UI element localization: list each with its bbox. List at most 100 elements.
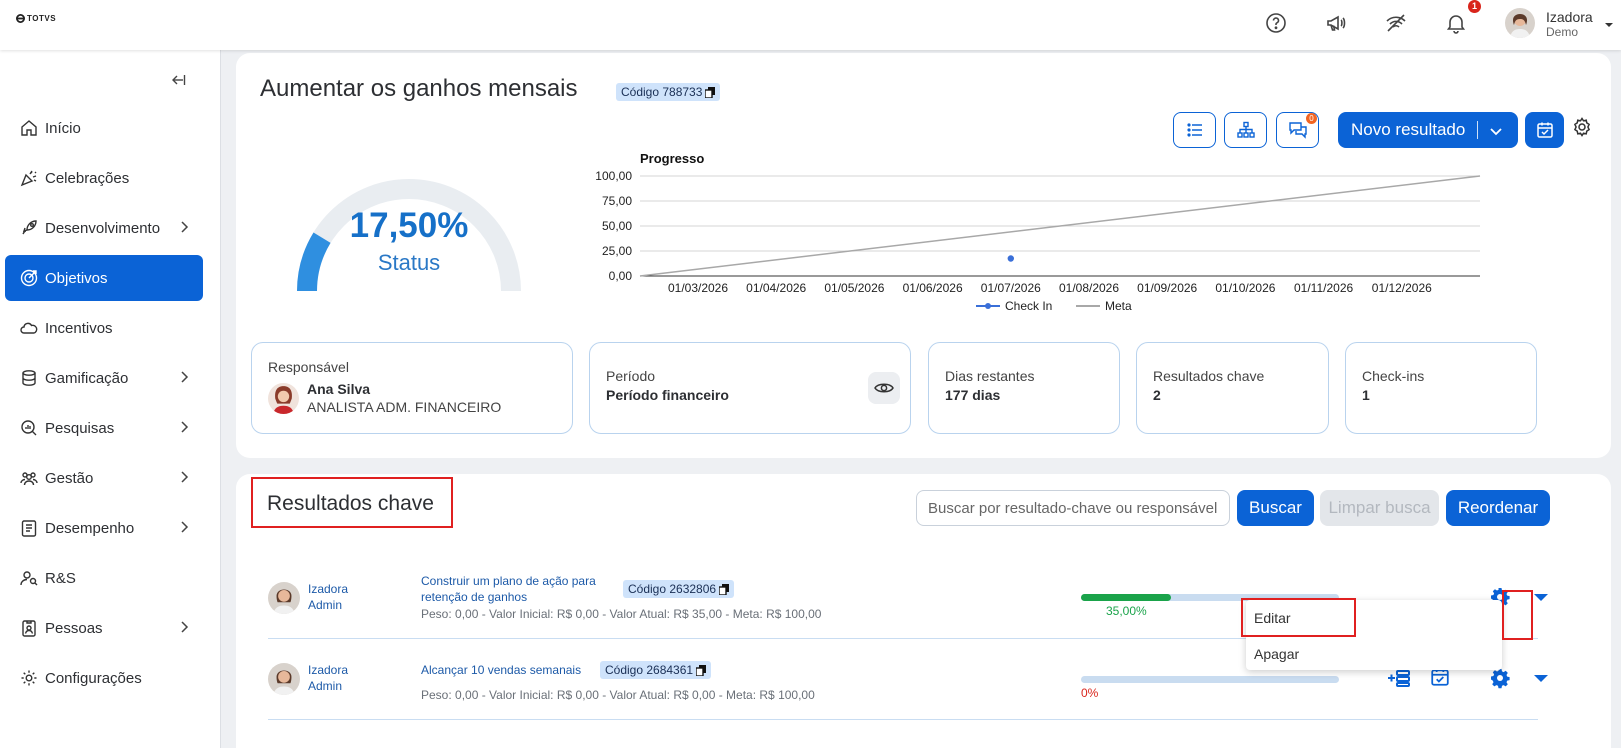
sidebar-item-gestao[interactable]: Gestão (5, 455, 203, 501)
comments-button[interactable]: 0 (1276, 112, 1319, 148)
responsible-role: ANALISTA ADM. FINANCEIRO (307, 399, 502, 415)
totvs-logo[interactable]: TOTVS (16, 14, 56, 23)
settings-gear-icon[interactable] (1489, 667, 1511, 689)
signal-icon[interactable] (1384, 11, 1408, 35)
row-divider (268, 719, 1538, 720)
chevron-down-icon[interactable] (1604, 20, 1614, 30)
sidebar-item-pessoas[interactable]: Pessoas (5, 605, 203, 651)
bell-icon[interactable] (1444, 11, 1468, 35)
legend-meta-label: Meta (1105, 299, 1132, 313)
x-tick-label: 01/10/2026 (1215, 281, 1275, 295)
chevron-down-icon[interactable] (1488, 123, 1504, 139)
x-tick-label: 01/06/2026 (903, 281, 963, 295)
sidebar-item-label: Início (45, 119, 81, 137)
copy-icon[interactable] (705, 86, 716, 98)
view-period-button[interactable] (868, 372, 900, 404)
progress-label: 35,00% (1106, 604, 1147, 618)
avatar (268, 383, 299, 414)
sidebar-item-label: Incentivos (45, 319, 113, 337)
avatar (268, 582, 300, 614)
x-tick-label: 01/11/2026 (1294, 281, 1353, 295)
responsible-label: Responsável (268, 359, 349, 375)
survey-icon (19, 418, 39, 438)
sidebar-item-rs[interactable]: R&S (5, 555, 203, 601)
notification-badge: 1 (1468, 0, 1481, 13)
recruit-icon (19, 568, 39, 588)
highlight-box (1241, 598, 1356, 637)
key-results-search-input[interactable] (916, 490, 1230, 526)
remaining-days-value: 177 dias (945, 387, 1001, 403)
user-avatar[interactable] (1505, 8, 1535, 38)
key-result-code-badge[interactable]: Código 2684361 (600, 661, 712, 679)
hierarchy-view-button[interactable] (1224, 112, 1267, 148)
user-name[interactable]: Izadora (1546, 9, 1593, 25)
responsible-name: Ana Silva (307, 381, 371, 397)
megaphone-icon[interactable] (1324, 11, 1348, 35)
owner-last-name: Admin (308, 598, 343, 612)
key-result-name[interactable]: Alcançar 10 vendas semanais (421, 662, 581, 678)
calendar-check-button[interactable] (1525, 112, 1564, 148)
status-value: 17,50% (349, 206, 469, 245)
sidebar-item-desempenho[interactable]: Desempenho (5, 505, 203, 551)
sidebar-item-gamificacao[interactable]: Gamificação (5, 355, 203, 401)
menu-item-delete[interactable]: Apagar (1254, 646, 1299, 662)
list-icon (1186, 121, 1204, 139)
sidebar-item-inicio[interactable]: Início (5, 105, 203, 151)
logo-text: TOTVS (27, 14, 57, 23)
highlight-box (1502, 590, 1533, 640)
calendar-check-icon (1536, 121, 1554, 139)
x-tick-label: 01/08/2026 (1059, 281, 1119, 295)
cloud-icon (19, 318, 39, 338)
sidebar-item-celebracoes[interactable]: Celebrações (5, 155, 203, 201)
help-icon[interactable] (1264, 11, 1288, 35)
sidebar-item-objetivos[interactable]: Objetivos (5, 255, 203, 301)
chevron-right-icon (177, 520, 191, 534)
sidebar-item-label: Pesquisas (45, 419, 115, 437)
objective-title: Aumentar os ganhos mensais (260, 75, 578, 102)
remaining-days-label: Dias restantes (945, 368, 1035, 384)
x-tick-label: 01/04/2026 (746, 281, 806, 295)
coins-icon (19, 368, 39, 388)
key-results-count-value: 2 (1153, 387, 1161, 403)
calendar-check-icon[interactable] (1430, 667, 1452, 689)
expand-caret-icon[interactable] (1530, 667, 1552, 689)
sidebar-item-label: Gamificação (45, 369, 129, 387)
remaining-days-box: Dias restantes 177 dias (928, 342, 1120, 434)
chevron-right-icon (177, 370, 191, 384)
y-tick-label: 0,00 (609, 269, 633, 283)
objective-code-badge[interactable]: Código 788733 (616, 83, 721, 101)
progress-bar (1081, 676, 1339, 683)
collapse-sidebar-icon[interactable] (170, 72, 186, 88)
copy-icon[interactable] (719, 583, 730, 595)
sidebar-item-incentivos[interactable]: Incentivos (5, 305, 203, 351)
copy-icon[interactable] (696, 664, 707, 676)
y-tick-label: 100,00 (595, 169, 632, 183)
sidebar-item-label: Pessoas (45, 619, 103, 637)
gear-icon (19, 668, 39, 688)
reorder-button[interactable]: Reordenar (1446, 490, 1550, 526)
key-results-count-box: Resultados chave 2 (1136, 342, 1329, 434)
key-result-name[interactable]: Construir um plano de ação para retenção… (421, 573, 596, 605)
sidebar-item-pesquisas[interactable]: Pesquisas (5, 405, 203, 451)
checkins-value: 1 (1362, 387, 1370, 403)
status-label: Status (377, 250, 441, 275)
sidebar-item-label: Desenvolvimento (45, 219, 161, 237)
sidebar-item-configuracoes[interactable]: Configurações (5, 655, 203, 701)
list-view-button[interactable] (1173, 112, 1216, 148)
home-icon (19, 118, 39, 138)
key-result-code-badge[interactable]: Código 2632806 (623, 580, 735, 598)
add-checkin-icon[interactable] (1387, 667, 1410, 689)
legend-checkin-marker (985, 303, 991, 309)
key-result-name-line: retenção de ganhos (421, 590, 528, 604)
sidebar-item-desenvolvimento[interactable]: Desenvolvimento (5, 205, 203, 251)
y-tick-label: 75,00 (602, 194, 632, 208)
settings-gear-icon[interactable] (1571, 116, 1593, 138)
clear-search-button[interactable]: Limpar busca (1320, 490, 1439, 526)
expand-caret-icon[interactable] (1530, 586, 1552, 608)
checkin-point (1007, 255, 1014, 262)
search-button[interactable]: Buscar (1237, 490, 1314, 526)
progress-chart: Progresso 100,00 75,00 50,00 25,00 0,00 01/03/… (595, 151, 1481, 313)
new-result-button[interactable]: Novo resultado (1338, 112, 1518, 148)
user-role: Demo (1546, 25, 1579, 39)
responsible-box: Responsável Ana Silva ANALISTA ADM. FINA… (251, 342, 573, 434)
